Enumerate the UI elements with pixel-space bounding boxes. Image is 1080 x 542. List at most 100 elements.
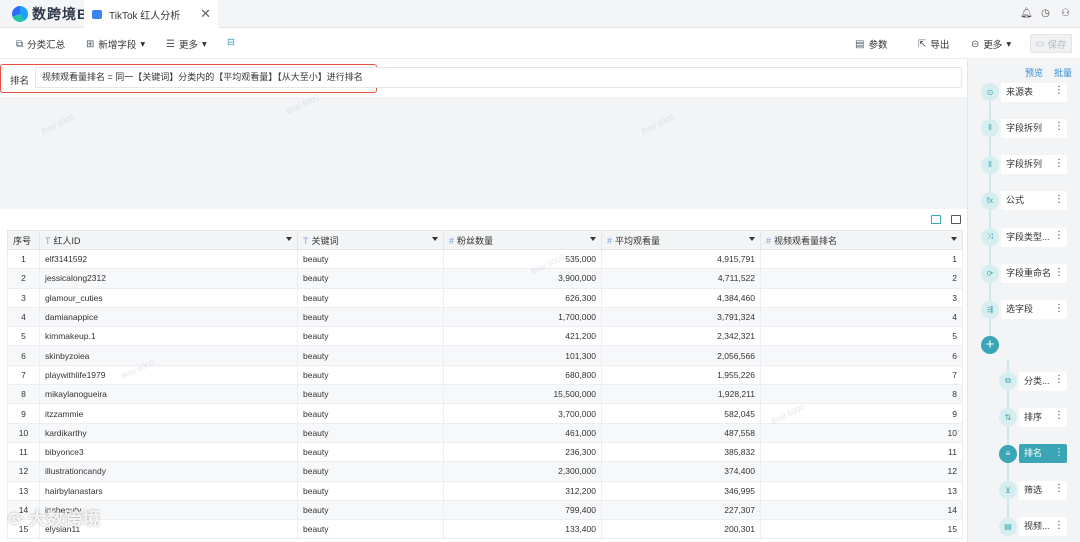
table-row[interactable]: 7 playwithlife1979 beauty 680,800 1,955,226 7 [7, 364, 963, 386]
table-row[interactable]: 12 illustrationcandy beauty 2,300,000 374,40… [7, 461, 963, 482]
add-step-button[interactable]: + [981, 336, 999, 354]
cell-index: 6 [7, 345, 40, 366]
preview-link[interactable]: 预览 [1025, 66, 1043, 79]
table-row[interactable]: 14 ipsbeauty beauty 799,400 227,307 14 [7, 499, 963, 521]
cell-influencer-id: illustrationcandy [39, 461, 298, 482]
grid-view-icon[interactable] [951, 215, 961, 224]
more-vertical-icon[interactable]: ⋮ [1054, 267, 1064, 278]
step-group-summary[interactable]: ⧉ 分类... ⋮ [999, 371, 1067, 391]
cell-view-rank: 13 [760, 480, 963, 501]
bell-icon[interactable]: 🔔︎ [1020, 8, 1033, 19]
cell-avg-views: 4,915,791 [601, 248, 761, 270]
step-video[interactable]: ▤ 视频... ⋮ [999, 517, 1067, 537]
step-select-fields[interactable]: ⇶ 选字段 ⋮ [981, 300, 1067, 320]
params-button[interactable]: ▤ 参数 [855, 37, 888, 52]
tab-title: TikTok 红人分析 [109, 10, 181, 22]
step-split-columns-1[interactable]: ⦀ 字段拆列 ⋮ [981, 118, 1067, 138]
group-summary-button[interactable]: ⧉ 分类汇总 [16, 37, 65, 52]
more-left-button[interactable]: ☰ 更多 ▾ [166, 37, 207, 52]
save-button[interactable]: ▭ 保存 [1030, 34, 1072, 53]
table-row[interactable]: 1 elf3141592 beauty 535,000 4,915,791 1 [7, 248, 963, 270]
header-keyword[interactable]: T 关键词 [297, 230, 444, 250]
export-button[interactable]: ⇱ 导出 [918, 37, 949, 52]
header-followers[interactable]: # 粉丝数量 [443, 230, 602, 250]
cell-keyword: beauty [297, 287, 444, 308]
sort-caret-icon[interactable] [590, 237, 596, 241]
table-row[interactable]: 13 hairbylanastars beauty 312,200 346,995 13 [7, 480, 963, 501]
sort-caret-icon[interactable] [286, 237, 292, 241]
clock-icon[interactable]: ◷ [1040, 8, 1051, 19]
batch-link[interactable]: 批量 [1054, 66, 1072, 79]
more-vertical-icon[interactable]: ⋮ [1054, 411, 1064, 421]
header-view-rank[interactable]: # 视频观看量排名 [760, 230, 963, 250]
cell-keyword: beauty [297, 306, 444, 328]
user-icon[interactable]: ⚇ [1060, 8, 1071, 19]
step-icon: ⇅ [999, 408, 1017, 427]
step-field-type[interactable]: ⤨ 字段类型... ⋮ [981, 227, 1067, 247]
cell-followers: 535,000 [443, 248, 602, 270]
more-vertical-icon[interactable]: ⋮ [1054, 194, 1064, 205]
close-tab-icon[interactable]: ✕ [200, 6, 211, 22]
params-label: 参数 [868, 40, 888, 51]
cell-keyword: beauty [297, 384, 444, 405]
table-row[interactable]: 6 skinbyzoiea beauty 101,300 2,056,566 6 [7, 345, 963, 366]
cell-followers: 312,200 [443, 480, 602, 501]
table-row[interactable]: 2 jessicalong2312 beauty 3,900,000 4,711,522… [7, 268, 963, 289]
table-row[interactable]: 3 glamour_cuties beauty 626,300 4,384,460 3 [7, 287, 963, 308]
more-vertical-icon[interactable]: ⋮ [1054, 86, 1064, 96]
step-source-table[interactable]: ⊙ 来源表 ⋮ [981, 82, 1067, 102]
more-right-button[interactable]: ⊝ 更多 ▾ [971, 37, 1011, 52]
table-row[interactable]: 11 bibyonce3 beauty 236,300 385,832 11 [7, 441, 963, 463]
step-icon: ⤨ [981, 228, 999, 247]
more-vertical-icon[interactable]: ⋮ [1054, 484, 1064, 494]
cell-keyword: beauty [297, 326, 444, 347]
table-row[interactable]: 8 mikaylanogueira beauty 15,500,000 1,928,21… [7, 384, 963, 405]
step-rank[interactable]: ≡ 排名 ⋮ [999, 444, 1067, 464]
more-vertical-icon[interactable]: ⋮ [1054, 375, 1064, 385]
more-vertical-icon[interactable]: ⋮ [1054, 122, 1064, 132]
cell-followers: 15,500,000 [443, 384, 602, 405]
header-avg-views[interactable]: # 平均观看量 [601, 230, 761, 250]
table-row[interactable]: 5 kimmakeup.1 beauty 421,200 2,342,321 5 [7, 326, 963, 347]
hierarchy-icon: ⧉ [16, 38, 24, 50]
table-row[interactable]: 10 kardikarthy beauty 461,000 487,558 10 [7, 422, 963, 443]
more-vertical-icon[interactable]: ⋮ [1054, 158, 1064, 169]
cell-view-rank: 2 [760, 268, 963, 289]
cell-influencer-id: jessicalong2312 [39, 268, 298, 289]
step-formula[interactable]: fx 公式 ⋮ [981, 191, 1067, 211]
cell-avg-views: 582,045 [601, 403, 761, 424]
step-icon: ≡ [999, 444, 1017, 463]
cell-followers: 421,200 [443, 326, 602, 347]
step-rename-field[interactable]: ⟳ 字段重命名 ⋮ [981, 264, 1067, 284]
step-sort[interactable]: ⇅ 排序 ⋮ [999, 407, 1067, 427]
formula-input[interactable]: 视频观看量排名 = 同一【关键词】分类内的【平均观看量】【从大至小】进行排名 [35, 67, 962, 88]
table-row[interactable]: 9 itzzammie beauty 3,700,000 582,045 9 [7, 403, 963, 424]
cell-index: 7 [7, 364, 40, 386]
table-view-icon[interactable] [931, 215, 941, 224]
tab-tiktok-analysis[interactable]: TikTok 红人分析 ✕ [84, 0, 218, 28]
cell-avg-views: 346,995 [601, 480, 761, 501]
more-vertical-icon[interactable]: ⋮ [1054, 303, 1064, 314]
step-icon: ⊻ [999, 481, 1017, 500]
more-vertical-icon[interactable]: ⋮ [1054, 520, 1064, 531]
step-icon: ⊙ [981, 83, 999, 101]
add-field-label: 新增字段 [98, 40, 137, 51]
more-vertical-icon[interactable]: ⋮ [1054, 447, 1064, 458]
cell-keyword: beauty [297, 519, 444, 540]
cell-keyword: beauty [297, 422, 444, 443]
layout-toggle-icon[interactable]: ⊟ [227, 37, 235, 48]
step-split-columns-2[interactable]: ⦀ 字段拆列 ⋮ [981, 155, 1067, 175]
step-icon: ⦀ [981, 119, 999, 138]
sort-caret-icon[interactable] [951, 237, 957, 241]
header-influencer-id[interactable]: T 红人ID [39, 230, 298, 250]
step-filter[interactable]: ⊻ 筛选 ⋮ [999, 480, 1067, 500]
sort-caret-icon[interactable] [749, 237, 755, 241]
cell-avg-views: 1,955,226 [601, 364, 761, 386]
table-row[interactable]: 4 damianappice beauty 1,700,000 3,791,324 4 [7, 306, 963, 328]
table-row[interactable]: 15 elysian11 beauty 133,400 200,301 15 [7, 519, 963, 540]
cell-view-rank: 5 [760, 326, 963, 347]
add-field-button[interactable]: ⊞ 新增字段 ▾ [86, 37, 145, 52]
more-vertical-icon[interactable]: ⋮ [1054, 231, 1064, 241]
cell-avg-views: 487,558 [601, 422, 761, 443]
sort-caret-icon[interactable] [432, 237, 438, 241]
